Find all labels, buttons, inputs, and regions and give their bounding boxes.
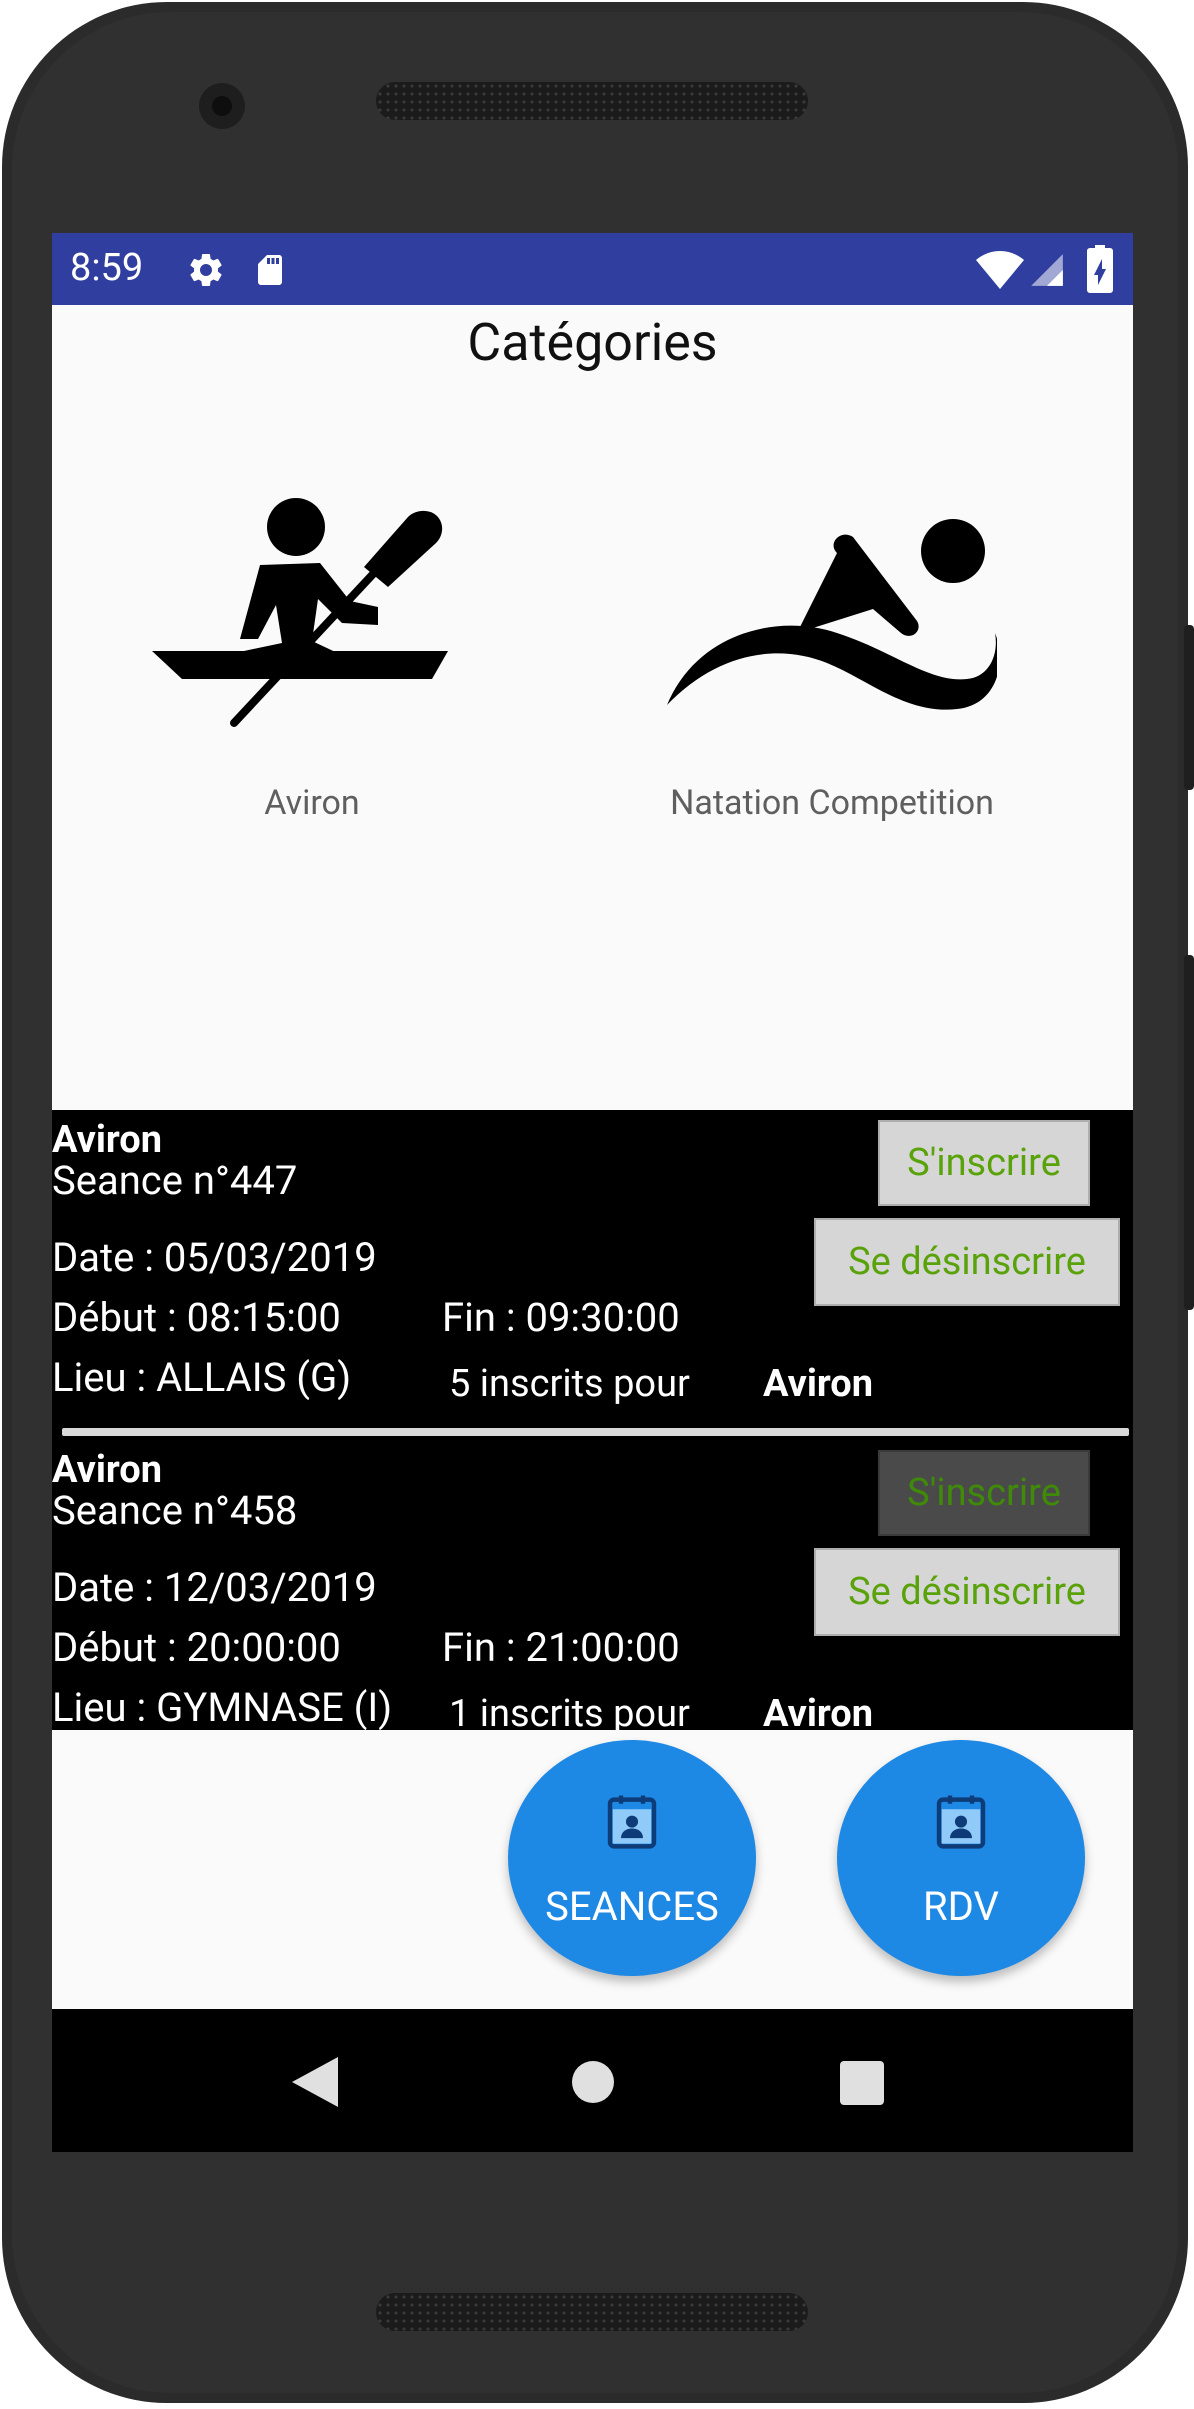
navigation-bar [52, 2009, 1133, 2152]
session-date: Date : 05/03/2019 [52, 1234, 377, 1281]
session-start: Début : 20:00:00 [52, 1624, 341, 1671]
rdv-button[interactable]: RDV [837, 1740, 1085, 1976]
session-number: Seance n°458 [52, 1487, 298, 1534]
status-bar: 8:59 [52, 233, 1133, 305]
gear-icon [190, 254, 222, 286]
session-date: Date : 12/03/2019 [52, 1564, 377, 1611]
front-camera [199, 83, 245, 129]
back-icon[interactable] [292, 2057, 338, 2107]
session-end: Fin : 21:00:00 [442, 1624, 680, 1671]
wifi-icon [976, 251, 1024, 289]
session-start: Début : 08:15:00 [52, 1294, 341, 1341]
fab-label: RDV [923, 1883, 999, 1930]
page-title: Catégories [467, 312, 718, 373]
unsubscribe-button[interactable]: Se désinscrire [814, 1548, 1120, 1636]
calendar-contact-icon [936, 1795, 986, 1849]
session-category: Aviron [52, 1118, 162, 1162]
signal-icon [1031, 254, 1063, 286]
fab-label: SEANCES [545, 1883, 719, 1930]
session-number: Seance n°447 [52, 1157, 298, 1204]
home-icon[interactable] [570, 2059, 616, 2105]
category-label: Aviron [264, 783, 360, 823]
session-divider [62, 1428, 1129, 1436]
sd-card-icon [258, 255, 282, 285]
recents-icon[interactable] [839, 2060, 885, 2106]
session-end: Fin : 09:30:00 [442, 1294, 680, 1341]
status-time: 8:59 [70, 246, 144, 290]
calendar-contact-icon [607, 1795, 657, 1849]
session-item: Aviron Seance n°447 Date : 05/03/2019 Dé… [52, 1110, 1133, 1440]
subscribe-button[interactable]: S'inscrire [878, 1120, 1090, 1206]
battery-icon [1087, 245, 1113, 293]
session-location: Lieu : ALLAIS (G) [52, 1354, 352, 1401]
category-label: Natation Competition [670, 783, 994, 823]
session-category: Aviron [52, 1448, 162, 1492]
session-subscriber-count: 1 inscrits pour [449, 1692, 690, 1730]
category-aviron[interactable]: Aviron [132, 483, 512, 863]
rowing-icon [152, 498, 448, 727]
swimming-icon [667, 519, 997, 710]
volume-button [1184, 955, 1194, 1310]
bottom-speaker [376, 2293, 808, 2331]
session-count-category: Aviron [763, 1692, 873, 1730]
power-button [1184, 625, 1194, 790]
seances-button[interactable]: SEANCES [508, 1740, 756, 1976]
category-natation-competition[interactable]: Natation Competition [622, 483, 1042, 863]
session-count-category: Aviron [763, 1362, 873, 1406]
top-speaker [376, 82, 808, 120]
session-location: Lieu : GYMNASE (I) [52, 1684, 393, 1731]
subscribe-button: S'inscrire [878, 1450, 1090, 1536]
session-subscriber-count: 5 inscrits pour [449, 1362, 690, 1406]
unsubscribe-button[interactable]: Se désinscrire [814, 1218, 1120, 1306]
app-screen: 8:59 Catégories Aviron Natation Competit… [52, 233, 1133, 2152]
session-item: Aviron Seance n°458 Date : 12/03/2019 Dé… [52, 1440, 1133, 1730]
sessions-list[interactable]: Aviron Seance n°447 Date : 05/03/2019 Dé… [52, 1110, 1133, 1730]
